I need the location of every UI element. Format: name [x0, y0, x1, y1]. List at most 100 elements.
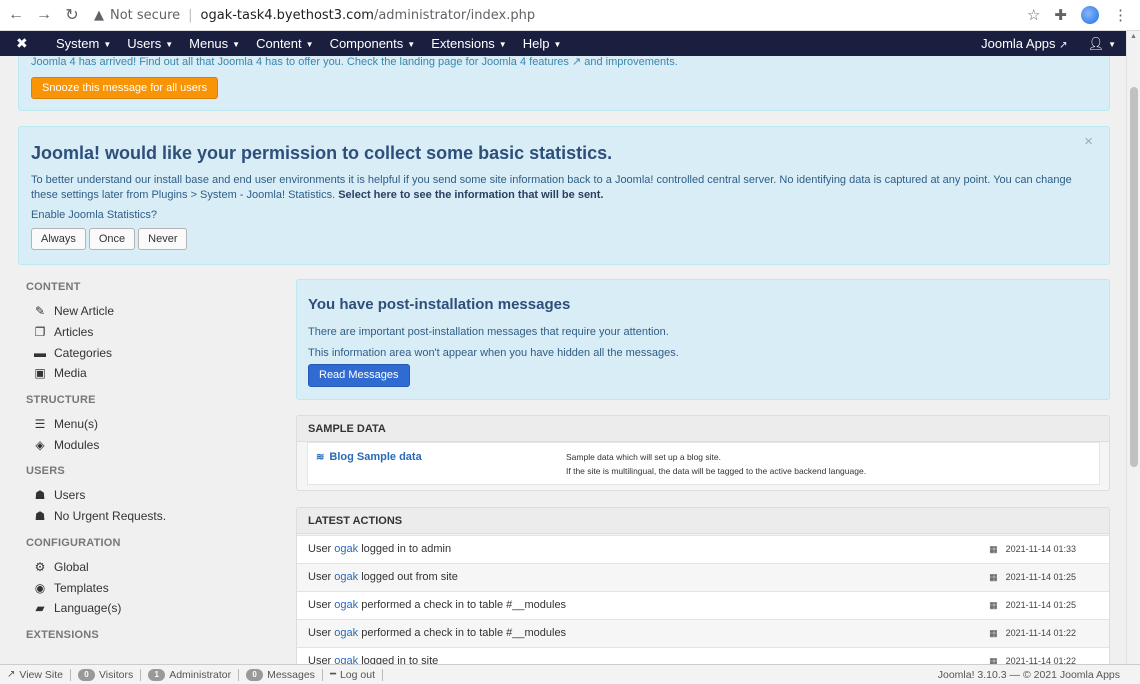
menu-components[interactable]: Components ▼ — [322, 36, 424, 51]
sidebar-item-label: Language(s) — [54, 601, 122, 616]
sidebar-item-privacy-requests[interactable]: ☗ No Urgent Requests. — [26, 506, 276, 527]
sidebar-item-global[interactable]: ⚙ Global — [26, 557, 276, 578]
copy-icon: ❐ — [34, 325, 46, 340]
cube-icon: ◈ — [35, 437, 45, 452]
sidebar-heading: EXTENSIONS — [26, 628, 99, 641]
url-host: ogak-task4.byethost3.com — [200, 7, 374, 23]
logout-link[interactable]: ━ Log out — [323, 668, 384, 681]
menu-users[interactable]: Users ▼ — [119, 36, 181, 51]
statistics-title: Joomla! would like your permission to co… — [31, 143, 613, 163]
post-install-alert: You have post-installation messages Ther… — [296, 279, 1110, 400]
sidebar-item-label: Menu(s) — [54, 417, 99, 432]
sidebar-item-new-article[interactable]: ✎ New Article — [26, 301, 276, 322]
sidebar-item-label: No Urgent Requests. — [54, 509, 167, 524]
menu-help-label: Help — [522, 36, 550, 51]
more-menu-icon[interactable]: ⋮ — [1113, 6, 1128, 24]
star-icon[interactable]: ☆ — [1027, 6, 1040, 24]
joomla-logo-icon[interactable]: ✖ — [16, 35, 38, 52]
admin-navbar: ✖ System ▼ Users ▼ Menus ▼ Content ▼ Compone… — [0, 31, 1126, 56]
sidebar-item-menus[interactable]: ☰ Menu(s) — [26, 414, 276, 435]
blog-sample-data-label: Blog Sample data — [329, 451, 422, 463]
external-link-icon[interactable]: ↗ — [572, 56, 581, 68]
scrollbar-thumb[interactable] — [1130, 87, 1138, 467]
browser-toolbar: ← → ↻ ▲ Not secure | ogak-task4.byethost… — [0, 0, 1140, 31]
calendar-icon: ▦ — [989, 600, 998, 610]
caret-down-icon: ▼ — [103, 40, 112, 50]
sidebar-heading: STRUCTURE — [26, 393, 96, 406]
menu-extensions[interactable]: Extensions ▼ — [423, 36, 515, 51]
view-site-link[interactable]: ↗ View Site — [0, 668, 71, 681]
messages-link[interactable]: 0 Messages — [239, 668, 323, 681]
sample-data-desc-1: Sample data which will set up a blog sit… — [566, 452, 721, 462]
visitors-link[interactable]: 0 Visitors — [71, 668, 142, 681]
back-icon[interactable]: ← — [4, 3, 28, 27]
administrator-link[interactable]: 1 Administrator — [141, 668, 240, 681]
administrator-label: Administrator — [169, 668, 232, 681]
action-text: logged in to admin — [361, 543, 452, 555]
profile-avatar[interactable] — [1081, 6, 1099, 24]
caret-down-icon: ▼ — [553, 40, 562, 50]
action-date-value: 2021-11-14 01:22 — [1005, 656, 1076, 664]
joomla-apps-link[interactable]: Joomla Apps ↗ — [971, 36, 1077, 51]
sidebar-item-modules[interactable]: ◈ Modules — [26, 434, 276, 455]
joomla-apps-label: Joomla Apps — [981, 36, 1056, 51]
once-button[interactable]: Once — [88, 228, 136, 250]
sidebar-item-articles[interactable]: ❐ Articles — [26, 322, 276, 343]
statistics-buttons: Always Once Never — [31, 228, 188, 250]
action-text: performed a check in to table #__modules — [361, 599, 567, 611]
menu-help[interactable]: Help ▼ — [515, 36, 570, 51]
action-prefix: User — [308, 599, 332, 611]
sidebar-item-label: Articles — [54, 325, 94, 340]
panel-header: LATEST ACTIONS — [297, 508, 1109, 534]
sidebar-heading: CONTENT — [26, 281, 81, 293]
always-button[interactable]: Always — [31, 228, 86, 250]
view-site-label: View Site — [19, 668, 63, 681]
caret-down-icon: ▼ — [165, 40, 174, 50]
visitors-label: Visitors — [98, 668, 134, 681]
action-prefix: User — [308, 543, 332, 555]
reload-icon[interactable]: ↻ — [60, 3, 84, 27]
snooze-button[interactable]: Snooze this message for all users — [31, 77, 219, 99]
status-bar: ↗ View Site 0 Visitors 1 Administrator 0 Mes… — [0, 664, 1140, 684]
list-icon: ☰ — [34, 417, 46, 432]
sidebar-item-media[interactable]: ▣ Media — [26, 363, 276, 384]
url-path: /administrator/index.php — [373, 7, 536, 23]
address-bar[interactable]: ▲ Not secure | ogak-task4.byethost3.com … — [94, 8, 1027, 23]
sidebar-item-languages[interactable]: ▰ Language(s) — [26, 598, 276, 619]
read-messages-button[interactable]: Read Messages — [308, 364, 410, 387]
pencil-icon: ✎ — [34, 304, 46, 319]
user-link[interactable]: ogak — [334, 543, 358, 555]
sidebar-item-categories[interactable]: ▬ Categories — [26, 342, 276, 363]
statistics-info-link[interactable]: Select here to see the information that … — [338, 189, 603, 201]
close-icon[interactable]: × — [1084, 133, 1093, 150]
administrator-badge: 1 — [148, 668, 166, 681]
sidebar-item-templates[interactable]: ◉ Templates — [26, 577, 276, 598]
never-button[interactable]: Never — [138, 228, 188, 250]
blog-sample-data-link[interactable]: ≋ Blog Sample data — [316, 451, 422, 463]
menu-system[interactable]: System ▼ — [48, 36, 119, 51]
user-link[interactable]: ogak — [334, 627, 358, 639]
user-link[interactable]: ogak — [334, 655, 358, 664]
sidebar-group-extensions: EXTENSIONS — [26, 629, 276, 649]
extensions-icon[interactable]: ✚ — [1054, 6, 1067, 24]
vertical-scrollbar[interactable]: ▲ — [1126, 31, 1140, 664]
sidebar-heading: USERS — [26, 465, 65, 478]
calendar-icon: ▦ — [989, 656, 998, 664]
scroll-up-icon[interactable]: ▲ — [1130, 33, 1137, 40]
action-text: logged in to site — [361, 655, 439, 664]
statistics-description: To better understand our install base an… — [31, 173, 1081, 203]
latest-actions-panel: LATEST ACTIONS User ogak logged in to ad… — [296, 507, 1110, 664]
sidebar-item-label: Categories — [54, 345, 113, 360]
forward-icon[interactable]: → — [32, 3, 56, 27]
menu-components-label: Components — [329, 36, 404, 51]
post-install-text-1: There are important post-installation me… — [308, 326, 669, 338]
caret-down-icon: ▼ — [1108, 39, 1116, 49]
user-link[interactable]: ogak — [334, 599, 358, 611]
menu-content[interactable]: Content ▼ — [248, 36, 321, 51]
cog-icon: ⚙ — [34, 559, 46, 574]
menu-menus[interactable]: Menus ▼ — [181, 36, 248, 51]
menu-content-label: Content — [256, 36, 302, 51]
sidebar-item-users[interactable]: ☗ Users — [26, 485, 276, 506]
user-link[interactable]: ogak — [334, 571, 358, 583]
user-menu[interactable]: 👤︎ ▼ — [1078, 36, 1126, 52]
